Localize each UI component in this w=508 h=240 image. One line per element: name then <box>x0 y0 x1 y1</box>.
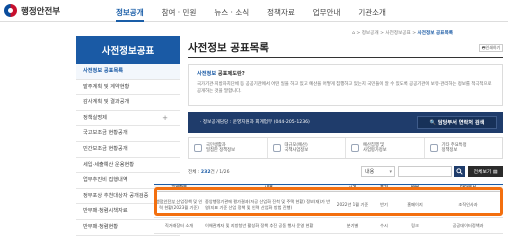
sidebar-item-label: 반부패·청렴현황 <box>83 223 119 230</box>
ministry-logo[interactable]: 행정안전부 <box>4 4 60 17</box>
sidebar-item-national-subsidy[interactable]: 국고보조금 현황공개 <box>76 126 180 142</box>
category-citizen-policy[interactable]: 국민생활과 밀접한 정책정보 <box>189 138 268 158</box>
sidebar-item-label: 국고보조금 현황공개 <box>83 130 128 137</box>
count-value: 232 <box>200 170 211 175</box>
cell-department: 공공데이터정책과 <box>452 222 484 228</box>
highlight-box <box>154 187 503 216</box>
cell-timing: 분기별 <box>346 222 359 228</box>
nav-business[interactable]: 업무안내 <box>313 7 341 22</box>
result-count: 전체 : 232건 / 1/26 <box>188 169 230 175</box>
site-header: 행정안전부 정보공개 참여 · 민원 뉴스 · 소식 정책자료 업무안내 기관소… <box>0 0 508 22</box>
sidebar-title: 사전정보공표 <box>76 36 180 64</box>
search-type-select[interactable]: 내용 <box>361 166 395 177</box>
category-bar: 국민생활과 밀접한 정책정보 대규모(예산) 국책사업정보 예산집행 및 사업평… <box>188 137 503 159</box>
budget-icon <box>272 144 281 152</box>
category-label: 예산집행 및 사업평가정보 <box>363 142 387 154</box>
category-etc-policy[interactable]: 기타 주요특정 정책정보 <box>425 138 503 158</box>
sidebar-item-contracts[interactable]: 발주계획 및 계약현황 <box>76 80 180 96</box>
count-suffix: 건 / 1/26 <box>210 170 230 175</box>
info-box: 사전정보 공표제도란? 국가기관·지방자치단체 등 공공기관에서 어떤 일을 하… <box>188 64 503 106</box>
cell-method: 링크 <box>411 222 419 228</box>
sidebar-item-label: 감사계획 및 결과공개 <box>83 99 130 106</box>
sidebar-item-label: 반부패·청렴시책자료 <box>83 208 128 215</box>
count-prefix: 전체 : <box>188 170 201 175</box>
sidebar-item-label: 정책실명제 <box>83 114 107 121</box>
table-row[interactable]: 직거래장터 소개 이해관계자 및 지방청년 활성화 정책 추진 공동 행사 운영… <box>154 218 503 234</box>
contact-text: · 정보공개담당 : 운영지원과 회계업무 (044-205-1236) <box>200 120 310 125</box>
etc-icon <box>429 144 438 152</box>
dept-button-label: 담당부서 연락처 검색 <box>437 120 485 126</box>
main-nav: 정보공개 참여 · 민원 뉴스 · 소식 정책자료 업무안내 기관소개 <box>116 7 404 22</box>
breadcrumb-item[interactable]: 사전정보공표 <box>385 31 410 36</box>
category-budget-evaluation[interactable]: 예산집행 및 사업평가정보 <box>346 138 425 158</box>
category-label: 국민생활과 밀접한 정책정보 <box>206 142 236 154</box>
sidebar-item-policy-realname[interactable]: 정책실명제 + <box>76 111 180 127</box>
cell-item: 직거래장터 소개 <box>164 222 194 228</box>
sidebar-item-private-subsidy[interactable]: 민간보조금 현황공개 <box>76 142 180 158</box>
dept-contact-search-button[interactable]: 🔍 담당부서 연락처 검색 <box>417 116 497 129</box>
nation-icon <box>194 144 202 152</box>
search-input[interactable] <box>398 166 452 177</box>
page: 행정안전부 정보공개 참여 · 민원 뉴스 · 소식 정책자료 업무안내 기관소… <box>0 0 508 240</box>
search-icon <box>456 168 463 175</box>
sidebar-item-label: 민간보조금 현황공개 <box>83 145 128 152</box>
print-button[interactable]: 🖶 인쇄하기 <box>479 44 503 52</box>
category-label: 대규모(예산) 국책사업정보 <box>284 142 309 154</box>
breadcrumb-current: 사전정보 공표목록 <box>417 31 453 36</box>
print-label: 인쇄하기 <box>485 45 501 50</box>
nav-info-disclosure[interactable]: 정보공개 <box>116 7 144 22</box>
sidebar-item-label: 사전정보 공표목록 <box>83 68 123 74</box>
nav-participation[interactable]: 참여 · 민원 <box>162 7 197 22</box>
search-button[interactable] <box>454 166 465 177</box>
logo-text: 행정안전부 <box>21 6 61 17</box>
info-body: 국가기관·지방자치단체 등 공공기관에서 어떤 일을 하고 있고 예산을 어떻게… <box>197 82 492 94</box>
sidebar-item-public-list[interactable]: 사전정보 공표목록 <box>76 64 180 80</box>
sidebar-item-label: 세입·세출예산 운용현황 <box>83 161 135 168</box>
emblem-icon <box>4 4 17 17</box>
cell-content: 이해관계자 및 지방청년 활성화 정책 추진 공동 행사 운영 현황 <box>205 222 314 228</box>
nav-policy[interactable]: 정책자료 <box>267 7 295 22</box>
plus-icon: + <box>162 113 168 122</box>
nav-about[interactable]: 기관소개 <box>358 7 386 22</box>
category-label: 기타 주요특정 정책정보 <box>441 142 467 154</box>
sidebar-item-label: 발주계획 및 계약현황 <box>83 83 130 90</box>
view-all-button[interactable]: 전체보기 ▤ <box>468 166 503 177</box>
info-heading-rest: 공표제도란? <box>216 71 245 77</box>
sidebar-item-audit[interactable]: 감사계획 및 결과공개 <box>76 95 180 111</box>
info-heading-highlight: 사전정보 <box>197 71 217 77</box>
title-divider <box>188 57 503 58</box>
info-heading: 사전정보 공표제도란? <box>197 70 494 77</box>
cell-cycle: 수시 <box>380 222 388 228</box>
page-title: 사전정보 공표목록 <box>188 42 269 54</box>
money-icon <box>351 144 359 152</box>
nav-news[interactable]: 뉴스 · 소식 <box>214 7 249 22</box>
contact-bar: · 정보공개담당 : 운영지원과 회계업무 (044-205-1236) 🔍 담… <box>188 112 503 133</box>
sidebar-item-label: 정부포상 추천대상자 공개검증 <box>83 192 149 199</box>
sidebar-item-budget[interactable]: 세입·세출예산 운용현황 <box>76 158 180 174</box>
breadcrumb: ⌂ > 정보공개 > 사전정보공표 > 사전정보 공표목록 <box>352 31 453 36</box>
sidebar-item-label: 업무추진비 집행내역 <box>83 177 128 184</box>
category-national-project[interactable]: 대규모(예산) 국책사업정보 <box>268 138 346 158</box>
breadcrumb-item[interactable]: 정보공개 <box>362 31 379 36</box>
home-icon[interactable]: ⌂ <box>352 31 355 36</box>
